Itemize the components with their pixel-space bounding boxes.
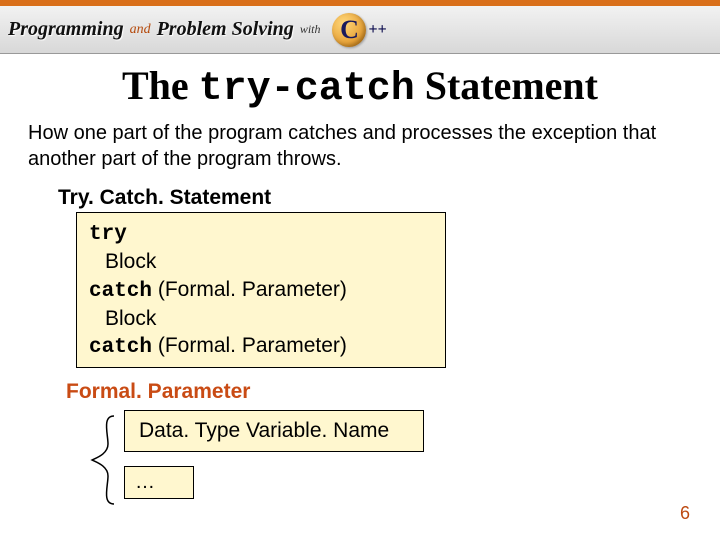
header-word-programming: Programming: [8, 18, 124, 41]
fp-option-1: Data. Type Variable. Name: [124, 410, 424, 452]
slide-body: The try-catch Statement How one part of …: [0, 54, 720, 499]
title-post: Statement: [415, 63, 598, 108]
fp-2: (Formal. Parameter): [152, 334, 347, 357]
fp-1: (Formal. Parameter): [152, 278, 347, 301]
formal-parameter-group: Data. Type Variable. Name …: [124, 410, 692, 499]
try-catch-syntax-box: try Block catch (Formal. Parameter) Bloc…: [76, 212, 446, 368]
section1-label: Try. Catch. Statement: [58, 186, 692, 210]
left-brace-icon: [90, 414, 120, 506]
kw-catch-2: catch: [89, 336, 152, 359]
cpp-logo: C ++: [332, 13, 386, 47]
header-and: and: [130, 22, 151, 38]
block-1: Block: [89, 248, 433, 275]
title-pre: The: [122, 63, 199, 108]
fp-option-ellipsis: …: [124, 466, 194, 499]
kw-catch-1: catch: [89, 280, 152, 303]
page-number: 6: [680, 503, 690, 524]
slide-title: The try-catch Statement: [28, 62, 692, 112]
header-word-problem-solving: Problem Solving: [157, 18, 294, 41]
cpp-plus-icon: ++: [368, 25, 386, 35]
block-2: Block: [89, 305, 433, 332]
header-with: with: [300, 22, 321, 37]
cpp-c-icon: C: [332, 13, 366, 47]
slide-subtitle: How one part of the program catches and …: [28, 120, 692, 172]
kw-try: try: [89, 223, 127, 246]
section2-label: Formal. Parameter: [66, 380, 692, 404]
title-mono: try-catch: [199, 67, 415, 112]
book-header: Programming and Problem Solving with C +…: [0, 6, 720, 54]
